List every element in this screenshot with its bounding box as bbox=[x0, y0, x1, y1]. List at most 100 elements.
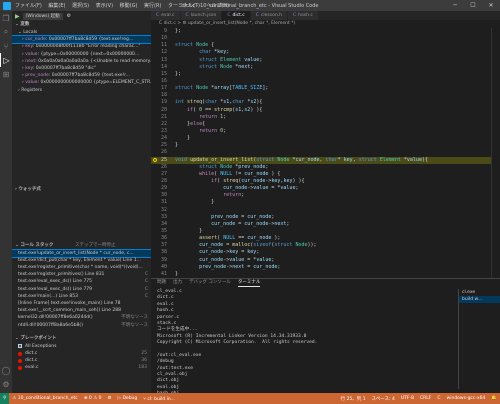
watch-section-header[interactable]: › ウォッチ式 bbox=[12, 186, 151, 194]
menu-go[interactable]: 移動(G) bbox=[120, 3, 138, 9]
callstack-frame[interactable]: text.exe!main(...) Line 853 C bbox=[12, 293, 151, 300]
callstack-frame[interactable]: [Inline Frame] text.exe!invoke_main() Li… bbox=[12, 300, 151, 307]
extensions-icon[interactable]: ⊞ bbox=[0, 67, 12, 81]
callstack-section-header[interactable]: ⌄ コール スタック ステップで一時停止 bbox=[12, 242, 151, 250]
panel-tab[interactable]: 問題 bbox=[157, 279, 166, 287]
breakpoint-item[interactable]: dict.c 25 bbox=[12, 350, 151, 357]
maximize-button[interactable]: ☐ bbox=[464, 0, 482, 11]
menu-run[interactable]: 実行(R) bbox=[144, 3, 161, 9]
editor-tab[interactable]: Ceval.c bbox=[151, 11, 181, 20]
line-text: }; bbox=[175, 70, 182, 77]
breakpoint-dot-icon[interactable] bbox=[18, 358, 22, 363]
breakpoint-item[interactable]: eval.c 183 bbox=[12, 364, 151, 371]
menu-file[interactable]: ファイル(F) bbox=[15, 3, 42, 9]
c-file-icon: C bbox=[156, 13, 160, 18]
editor-tab[interactable]: Cclesson.h bbox=[250, 11, 288, 20]
line-number: 38 bbox=[160, 249, 167, 256]
variable-row[interactable]: › value: 0x0000000000000000 {ptype=ELEME… bbox=[12, 79, 151, 86]
callstack-frame[interactable]: text.exe!eval_exec_ds() Line 779 C bbox=[12, 286, 151, 293]
explorer-icon[interactable]: ❐ bbox=[0, 11, 12, 25]
variable-row[interactable]: › value: {ptype=0x00000000 {next=0x00000… bbox=[12, 51, 151, 58]
callstack-frame[interactable]: ntdll.dll!00007ff8a8a6e5b8() 不明なソース bbox=[12, 322, 151, 329]
breakpoint-dot-icon[interactable] bbox=[18, 365, 22, 370]
breakpoint-item[interactable]: dict.c 36 bbox=[12, 357, 151, 364]
variable-row[interactable]: › key: 0x0000008f00f11180 "Error reading… bbox=[12, 43, 151, 50]
breadcrumb[interactable]: C dict.c > ⚙ update_or_insert_list(Node … bbox=[151, 20, 500, 28]
title-bar: ファイル(F) 編集(E) 選択(S) 表示(V) 移動(G) 実行(R) ター… bbox=[0, 0, 500, 11]
checkbox-icon[interactable] bbox=[18, 344, 22, 349]
status-debug-config[interactable]: ▷ Debug bbox=[118, 396, 138, 401]
callstack-frame[interactable]: text.exe!register_primitive(char * name,… bbox=[12, 264, 151, 271]
menu-help[interactable]: ヘルプ(H) bbox=[207, 3, 230, 9]
code-line: 25} bbox=[151, 142, 491, 149]
menu-edit[interactable]: 編集(E) bbox=[48, 3, 65, 9]
registers-scope[interactable]: › Registers bbox=[12, 87, 151, 94]
manage-gear-icon[interactable]: ⚙ bbox=[0, 377, 12, 391]
terminal-instance[interactable]: build w... bbox=[459, 296, 500, 303]
callstack-frame[interactable]: text.exe!dict_put(char * key, Element * … bbox=[12, 257, 151, 264]
breakpoint-line: 183 bbox=[138, 365, 147, 371]
variables-section-header[interactable]: ⌄ 変数 bbox=[12, 21, 151, 29]
status-problems[interactable]: ⊗ 0 ⚠ 0 bbox=[84, 396, 102, 401]
code-editor[interactable]: 9}; 10 11 struct Node {12 char *key; 13 stru… bbox=[151, 28, 491, 278]
breakpoint-marker-icon[interactable] bbox=[153, 158, 157, 163]
account-icon[interactable]: ◯ bbox=[0, 363, 12, 377]
breakpoints-section-header[interactable]: ⌄ ブレークポイント bbox=[12, 335, 151, 343]
menu-selection[interactable]: 選択(S) bbox=[72, 3, 89, 9]
breakpoint-dot-icon[interactable] bbox=[18, 351, 22, 356]
breakpoint-item[interactable]: All Exceptions bbox=[12, 343, 151, 350]
search-icon[interactable]: ⌕ bbox=[0, 25, 12, 39]
panel-tab[interactable]: ターミナル bbox=[237, 279, 261, 287]
variable-value: {ptype=0x00000000 {next=0x00000000... bbox=[40, 51, 140, 57]
status-indentation[interactable]: スペース: 4 bbox=[372, 396, 395, 402]
variable-value: 0x0000008f00f11180 "Error reading charac… bbox=[35, 44, 141, 50]
line-text: cur_node = malloc(sizeof(struct Node)); bbox=[199, 242, 317, 249]
open-launch-json-icon[interactable]: ⚙ bbox=[67, 13, 71, 19]
callstack-frame[interactable]: kernel32.dll!00007ff8e6a0244d() 不明なソース bbox=[12, 314, 151, 321]
breakpoints-list: All Exceptions dict.c 25 dict.c 36 eval.c 183 bbox=[12, 343, 151, 372]
editor-tab[interactable]: Chash.c bbox=[287, 11, 319, 20]
close-window-button[interactable]: ✕ bbox=[482, 0, 500, 11]
line-number: 41 bbox=[160, 270, 167, 277]
variable-name: prev_node bbox=[25, 73, 49, 79]
editor-tab[interactable]: Cdict.c bbox=[222, 11, 251, 20]
status-c-config[interactable]: windows-gcc-x64 bbox=[447, 396, 486, 402]
terminal-instance[interactable]: cl.exe bbox=[459, 289, 500, 296]
debug-config-select[interactable]: (Windows) 起動 bbox=[22, 12, 63, 20]
editor-tab[interactable]: Claunch.json bbox=[180, 11, 223, 20]
terminal-output[interactable]: cl_eval.c dict.c eval.c hash.c parser.c stack… bbox=[157, 289, 447, 404]
line-number: 25 bbox=[160, 142, 167, 149]
start-debugging-icon[interactable]: ▶ bbox=[15, 13, 20, 20]
source-control-icon[interactable]: ⑂ bbox=[0, 39, 12, 53]
status-workspace[interactable]: ⚠ 10_conditional_branch_etc bbox=[12, 396, 77, 401]
minimap[interactable] bbox=[491, 28, 500, 278]
code-line: 22 }else{ bbox=[151, 121, 491, 128]
callstack-frame[interactable]: text.exe!update_or_insert_list(Node * cu… bbox=[12, 248, 151, 258]
line-text: return 0; bbox=[199, 127, 227, 134]
callstack-frame[interactable]: text.exe!eval_exec_ds() Line 775 C bbox=[12, 278, 151, 285]
status-cursor-position[interactable]: 行 25、列 1 bbox=[341, 396, 366, 402]
status-settings[interactable]: ⚙ bbox=[108, 396, 112, 401]
variable-row[interactable]: › next: 0x0a0a0a0a0a0a0a0a {<Unable to r… bbox=[12, 58, 151, 65]
remote-indicator[interactable]: ⚲ bbox=[0, 393, 10, 404]
panel-tab[interactable]: デバッグ コンソール bbox=[189, 279, 231, 287]
menu-bar: ファイル(F) 編集(E) 選択(S) 表示(V) 移動(G) 実行(R) ター… bbox=[15, 2, 234, 9]
status-encoding[interactable]: UTF-8 bbox=[401, 396, 414, 402]
run-debug-icon[interactable]: ▷ bbox=[0, 53, 12, 67]
notifications-icon[interactable]: 🔔 bbox=[491, 396, 497, 402]
variable-row[interactable]: › prev_node: 0x00007ff7ba8c8d59 {text.ex… bbox=[12, 72, 151, 79]
minimize-button[interactable]: ─ bbox=[446, 0, 464, 11]
menu-view[interactable]: 表示(V) bbox=[96, 3, 113, 9]
variable-row[interactable]: › cur_node: 0x00007ff7ba8c8d59 {text.exe… bbox=[12, 35, 151, 45]
status-eol[interactable]: CRLF bbox=[420, 396, 431, 402]
menu-terminal[interactable]: ターミナル(T) bbox=[168, 3, 200, 9]
status-task[interactable]: ⑂ cl: build in... bbox=[143, 396, 175, 402]
callstack-frame[interactable]: text.exe!__scrt_common_main_seh() Line 2… bbox=[12, 307, 151, 314]
line-number: 23 bbox=[160, 127, 167, 134]
locals-scope[interactable]: ⌄ Locals bbox=[12, 29, 151, 36]
panel-tab[interactable]: 出力 bbox=[173, 279, 182, 287]
line-text: cur_node->value = *value; bbox=[223, 185, 299, 192]
variable-row[interactable]: › key: 0x00007ff7ba8c8d59 "dic" bbox=[12, 65, 151, 72]
callstack-frame[interactable]: text.exe!register_primitives() Line 831 C bbox=[12, 271, 151, 278]
status-language[interactable]: C bbox=[437, 396, 440, 402]
